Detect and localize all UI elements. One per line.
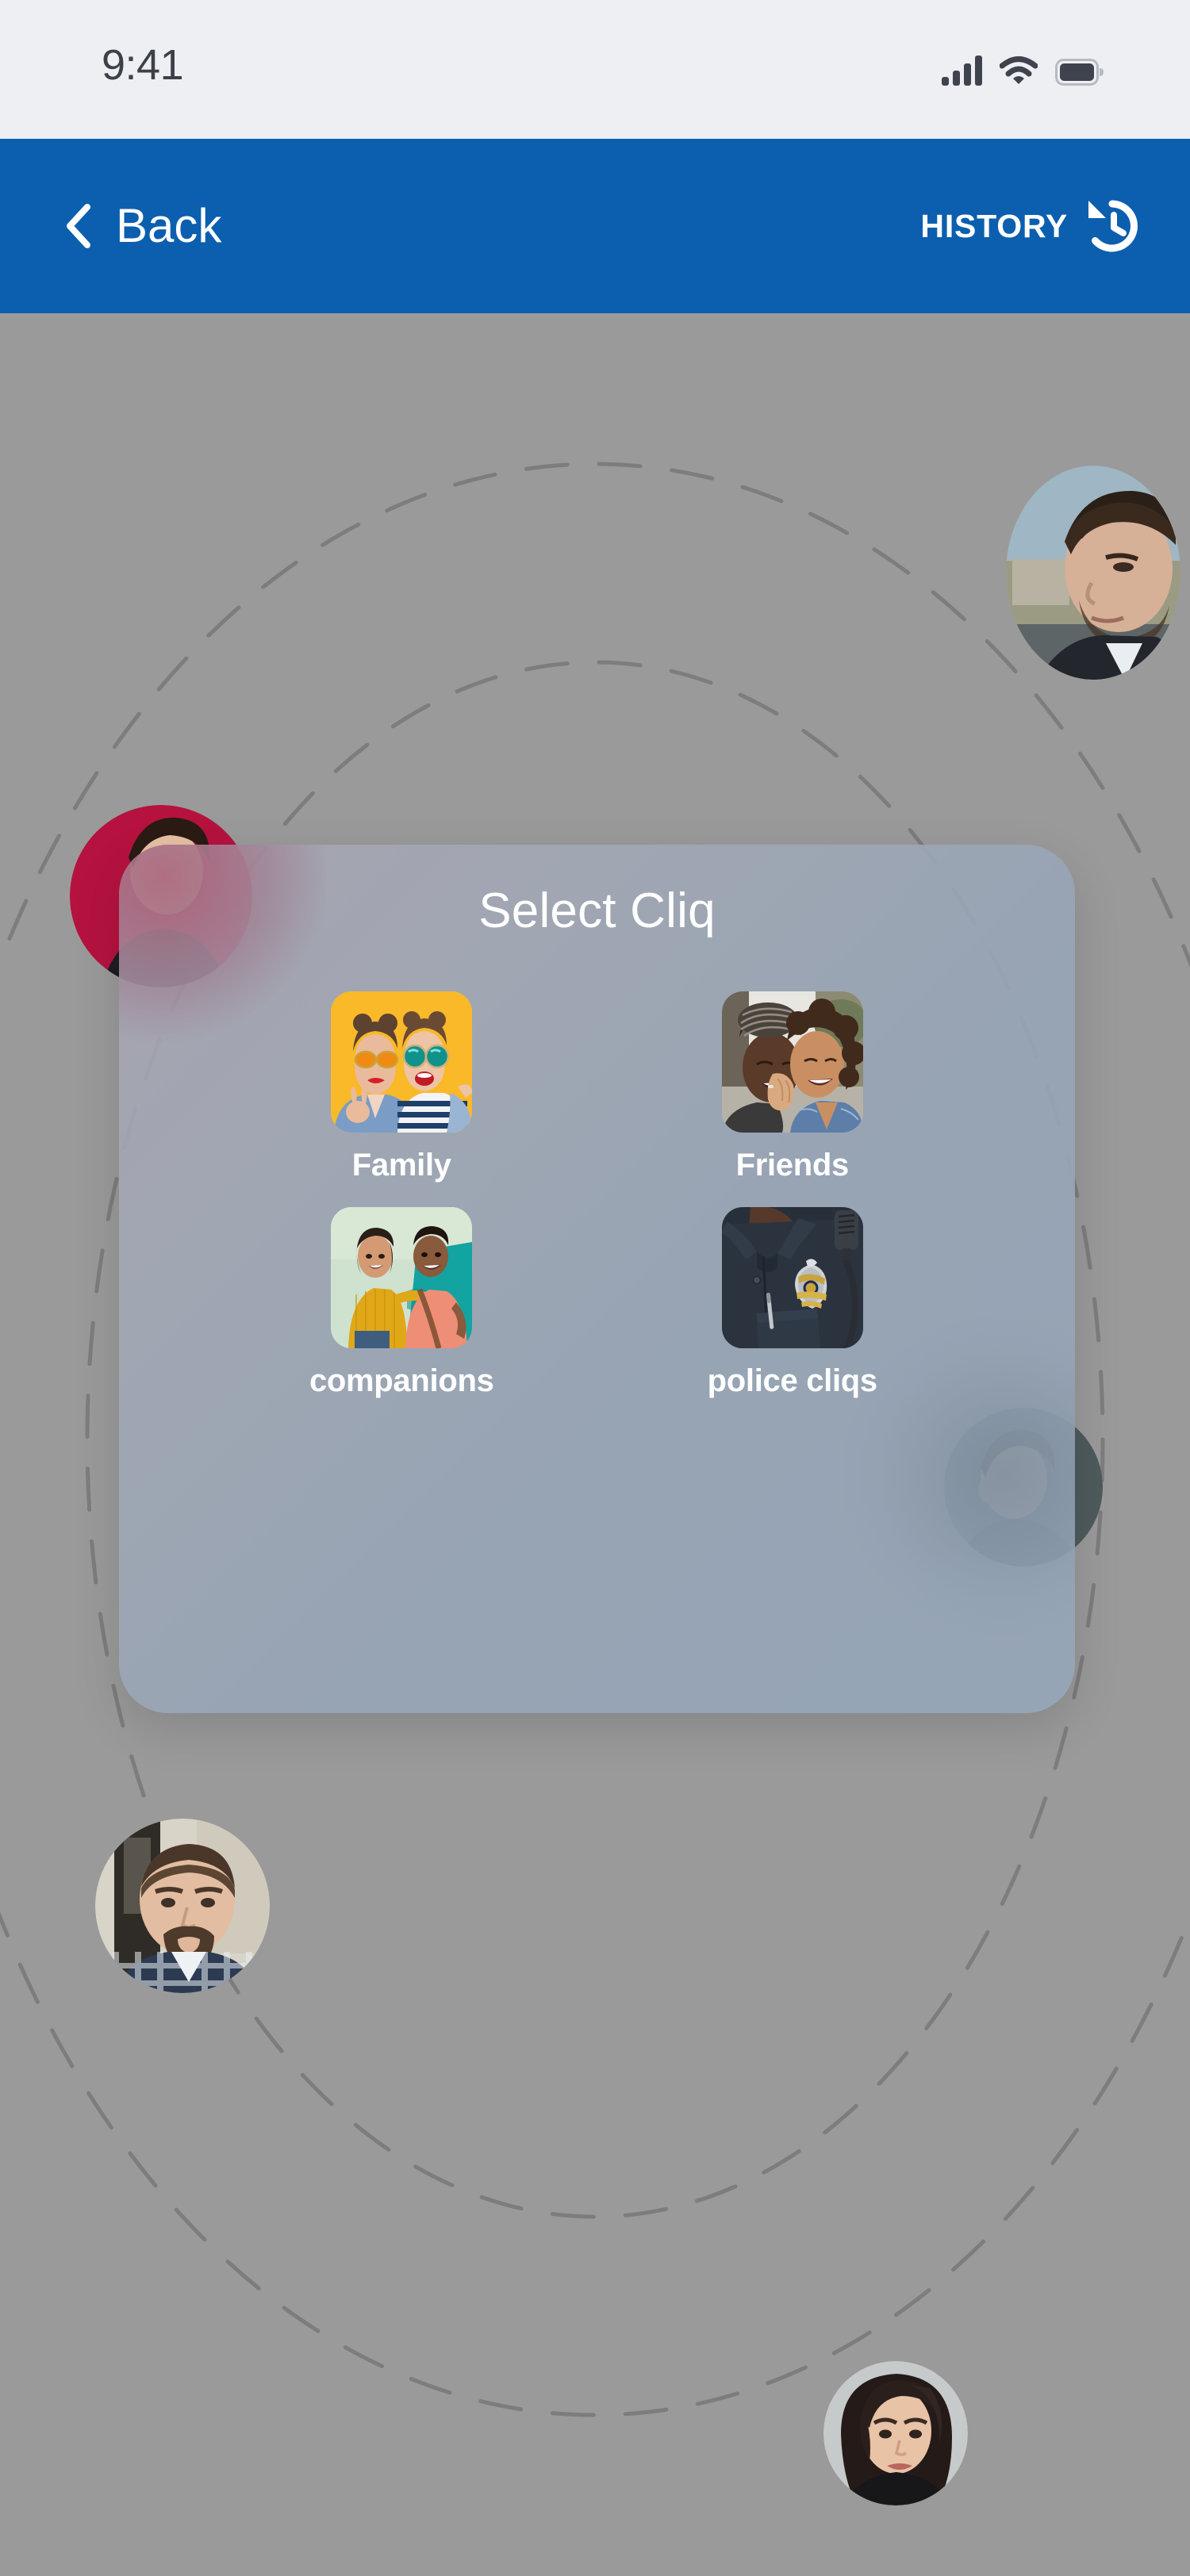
cliq-label-family: Family xyxy=(351,1148,451,1183)
history-clock-icon xyxy=(1088,200,1138,252)
avatar-woman-dark-hair[interactable] xyxy=(823,2361,968,2505)
signal-bars-icon xyxy=(942,56,982,86)
cliq-thumb-friends[interactable] xyxy=(721,991,863,1133)
app-screen: Select Cliq Family Friends companions po… xyxy=(0,0,1190,2576)
avatar-bearded-man-plaid-shirt[interactable] xyxy=(95,1819,270,1993)
cliq-thumb-family[interactable] xyxy=(331,991,473,1133)
modal-title: Select Cliq xyxy=(478,884,716,938)
cliq-thumb-companions[interactable] xyxy=(331,1207,473,1348)
history-button[interactable]: HISTORY xyxy=(920,197,1141,255)
cliq-grid: Family Friends companions police cliqs xyxy=(119,991,1075,1399)
cliq-item-companions[interactable]: companions xyxy=(206,1207,597,1399)
chevron-left-icon xyxy=(67,204,90,248)
cliq-thumb-police-cliqs[interactable] xyxy=(721,1207,863,1348)
status-bar: 9:41 xyxy=(0,0,1190,139)
cliq-item-police-cliqs[interactable]: police cliqs xyxy=(597,1207,988,1399)
status-icons xyxy=(942,51,1104,86)
back-button[interactable]: Back xyxy=(63,202,221,250)
cliq-item-friends[interactable]: Friends xyxy=(597,991,988,1183)
back-label: Back xyxy=(116,199,222,252)
wifi-icon xyxy=(1000,56,1038,84)
cliq-item-family[interactable]: Family xyxy=(206,991,597,1183)
nav-bar: Back HISTORY xyxy=(0,139,1190,313)
battery-full-icon xyxy=(1055,59,1104,86)
cliq-label-companions: companions xyxy=(309,1363,494,1398)
status-time: 9:41 xyxy=(102,41,184,89)
select-cliq-modal: Select Cliq Family Friends companions po… xyxy=(119,845,1075,1713)
cliq-label-police-cliqs: police cliqs xyxy=(707,1363,878,1398)
avatar-man-dark-hair-top-right[interactable] xyxy=(1006,466,1180,680)
history-label: HISTORY xyxy=(920,208,1068,244)
cliq-label-friends: Friends xyxy=(735,1148,850,1183)
